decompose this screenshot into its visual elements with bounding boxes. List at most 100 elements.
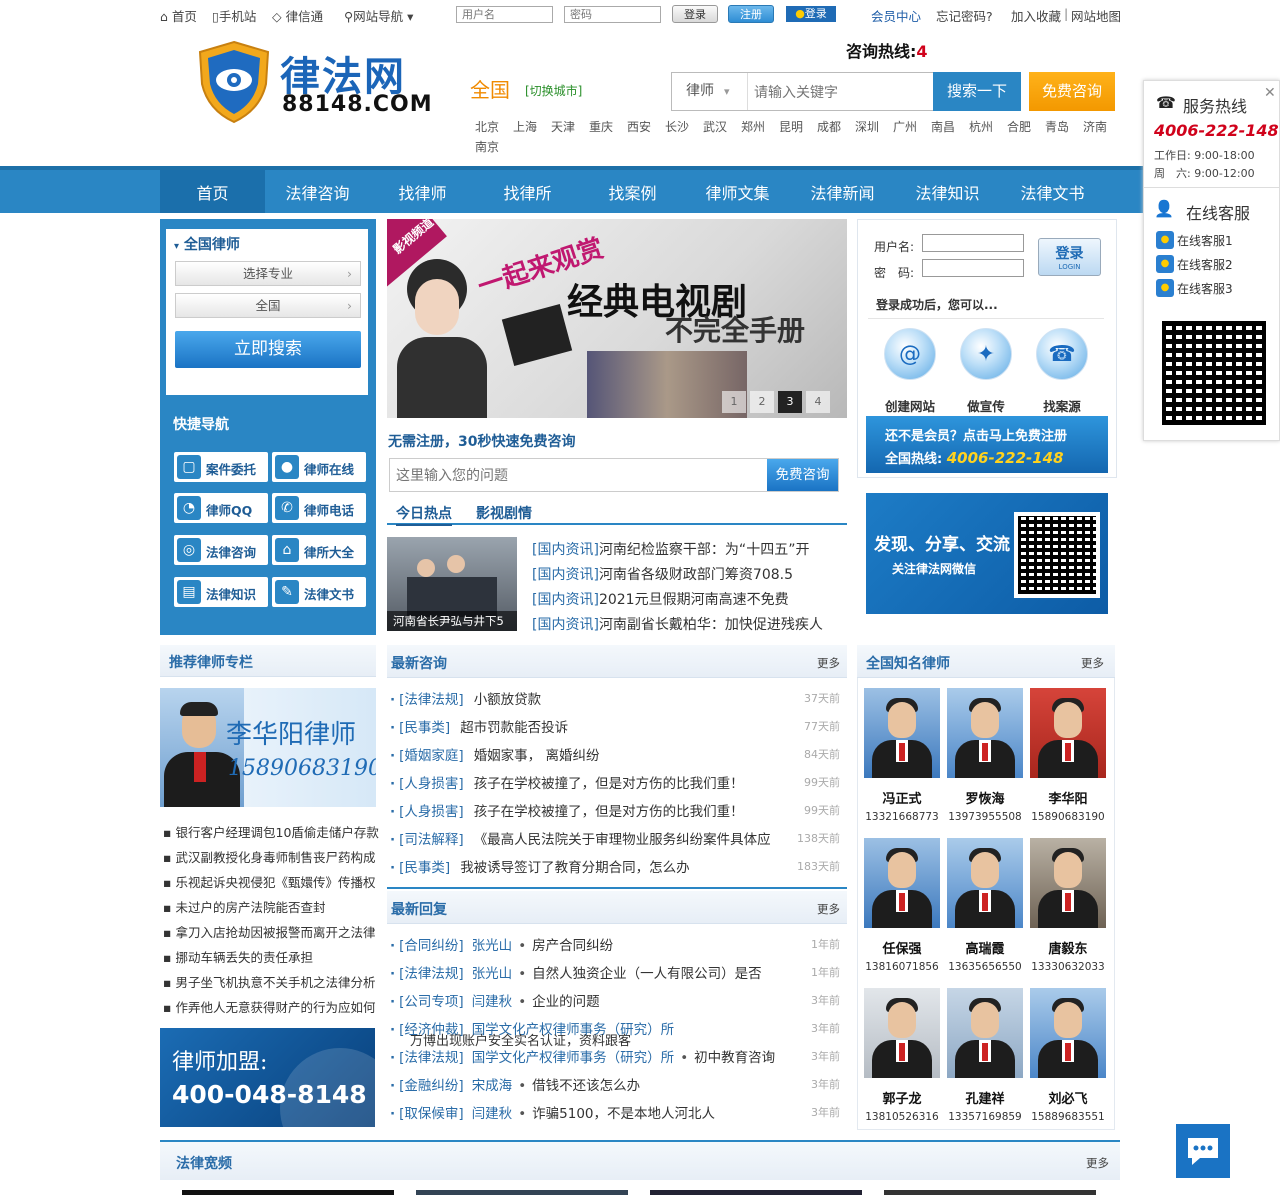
consult-item[interactable]: · [法律法规] 小额放贷款 37天前 bbox=[390, 688, 842, 710]
video-thumb[interactable] bbox=[884, 1190, 1096, 1195]
consult-item[interactable]: · [民事类] 我被诱导签订了教育分期合同，怎么办 183天前 bbox=[390, 856, 842, 878]
consult-submit-button[interactable]: 免费咨询 bbox=[767, 459, 838, 491]
quick-nav-item[interactable]: ◎ 法律咨询 bbox=[174, 535, 268, 565]
quick-nav-item[interactable]: ✎ 法律文书 bbox=[272, 577, 366, 607]
latest-reply-more[interactable]: 更多 bbox=[817, 901, 840, 917]
chat-float-button[interactable] bbox=[1176, 1124, 1230, 1178]
video-thumb[interactable] bbox=[650, 1190, 862, 1195]
reply-item[interactable]: · [法律法规] 国学文化产权律师事务（研究）所 • 初中教育咨询 3年前 bbox=[390, 1046, 842, 1068]
member-feature[interactable]: @ 创建网站 bbox=[880, 328, 940, 418]
member-feature[interactable]: ☎ 找案源 bbox=[1032, 328, 1092, 418]
recommend-link[interactable]: ▪ 武汉副教授化身毒师制售丧尸药构成 bbox=[163, 847, 376, 866]
quick-nav-item[interactable]: ◔ 律师QQ bbox=[174, 493, 268, 523]
join-banner[interactable]: 还不是会员？点击马上免费注册 全国热线: 4006-222-148 bbox=[866, 416, 1108, 473]
reply-item[interactable]: · [经济仲裁] 国学文化产权律师事务（研究）所 万博出现账户安全实名认证，资料跟客 3… bbox=[390, 1018, 842, 1049]
city-link[interactable]: 南昌 bbox=[931, 118, 955, 135]
quick-nav-item[interactable]: ● 律师在线 bbox=[272, 452, 366, 482]
city-link[interactable]: 合肥 bbox=[1007, 118, 1031, 135]
reply-item[interactable]: · [合同纠纷] 张光山 • 房产合同纠纷 1年前 bbox=[390, 934, 842, 956]
login-username-input[interactable] bbox=[922, 234, 1024, 252]
quick-nav-item[interactable]: ✆ 律师电话 bbox=[272, 493, 366, 523]
city-link[interactable]: 长沙 bbox=[665, 118, 689, 135]
famous-lawyer-card[interactable]: 郭子龙 13810526316 bbox=[864, 988, 940, 1123]
search-button[interactable]: 搜索一下 bbox=[933, 72, 1021, 111]
top-member-center[interactable]: 会员中心 bbox=[871, 6, 921, 25]
online-service-item[interactable]: ● 在线客服2 bbox=[1156, 255, 1233, 273]
wechat-banner[interactable]: 发现、分享、交流 关注律法网微信 bbox=[866, 493, 1108, 614]
city-link[interactable]: 南京 bbox=[475, 138, 499, 155]
top-username-input[interactable] bbox=[456, 6, 553, 23]
online-service-item[interactable]: ● 在线客服1 bbox=[1156, 231, 1233, 249]
hot-news-item[interactable]: [国内资讯]河南纪检监察干部：为“十四五”开 bbox=[532, 539, 809, 559]
reply-lawyer[interactable]: 闫建秋 bbox=[472, 1106, 513, 1122]
banner-page-dot[interactable]: 4 bbox=[806, 391, 830, 413]
nav-item-5[interactable]: 律师文集 bbox=[685, 180, 790, 204]
lawyer-search-button[interactable]: 立即搜索 bbox=[175, 331, 361, 368]
nav-item-4[interactable]: 找案例 bbox=[580, 180, 685, 204]
famous-lawyer-card[interactable]: 高瑞霞 13635656550 bbox=[947, 838, 1023, 973]
site-logo[interactable]: 律法网 88148.COM bbox=[196, 40, 436, 124]
top-sitemap[interactable]: 网站地图 bbox=[1071, 6, 1121, 25]
city-link[interactable]: 青岛 bbox=[1045, 118, 1069, 135]
city-link[interactable]: 济南 bbox=[1083, 118, 1107, 135]
top-home-link[interactable]: ⌂ 首页 bbox=[160, 6, 197, 25]
top-register-button[interactable]: 注册 bbox=[728, 5, 774, 23]
quick-nav-item[interactable]: ⌂ 律所大全 bbox=[272, 535, 366, 565]
reply-lawyer[interactable]: 张光山 bbox=[472, 966, 513, 982]
search-type-select[interactable]: 律师 ▾ bbox=[672, 73, 748, 110]
city-link[interactable]: 西安 bbox=[627, 118, 651, 135]
switch-city-link[interactable]: [切换城市] bbox=[525, 82, 582, 99]
top-qq-login-button[interactable]: ●登录 bbox=[786, 6, 836, 22]
tab-today-hot[interactable]: 今日热点 bbox=[396, 503, 452, 526]
nav-item-7[interactable]: 法律知识 bbox=[895, 180, 1000, 204]
reply-item[interactable]: · [金融纠纷] 宋成海 • 借钱不还该怎么办 3年前 bbox=[390, 1074, 842, 1096]
reply-lawyer[interactable]: 国学文化产权律师事务（研究）所 bbox=[472, 1050, 675, 1066]
recommend-link[interactable]: ▪ 拿刀入店抢劫因被报警而离开之法律 bbox=[163, 922, 376, 941]
consult-item[interactable]: · [司法解释] 《最高人民法院关于审理物业服务纠纷案件具体应 138天前 bbox=[390, 828, 842, 850]
nav-item-0[interactable]: 首页 bbox=[160, 180, 265, 204]
recommend-link[interactable]: ▪ 男子坐飞机执意不关手机之法律分析 bbox=[163, 972, 376, 991]
banner-page-dot[interactable]: 3 bbox=[778, 391, 802, 413]
hot-news-item[interactable]: [国内资讯]河南省各级财政部门筹资708.5 bbox=[532, 564, 793, 584]
consult-item[interactable]: · [婚姻家庭] 婚姻家事， 离婚纠纷 84天前 bbox=[390, 744, 842, 766]
reply-lawyer[interactable]: 闫建秋 bbox=[472, 994, 513, 1010]
free-consult-button[interactable]: 免费咨询 bbox=[1029, 72, 1115, 111]
latest-consult-more[interactable]: 更多 bbox=[817, 655, 840, 671]
top-mobile-link[interactable]: ▯手机站 bbox=[212, 6, 256, 25]
recommend-link[interactable]: ▪ 作弄他人无意获得财产的行为应如何 bbox=[163, 997, 376, 1016]
consult-item[interactable]: · [人身损害] 孩子在学校被撞了，但是对方伤的比我们重！ 99天前 bbox=[390, 772, 842, 794]
famous-lawyer-card[interactable]: 唐毅东 13330632033 bbox=[1030, 838, 1106, 973]
recommend-link[interactable]: ▪ 挪动车辆丢失的责任承担 bbox=[163, 947, 313, 966]
tab-drama[interactable]: 影视剧情 bbox=[476, 503, 532, 523]
recommend-link[interactable]: ▪ 未过户的房产法院能否查封 bbox=[163, 897, 326, 916]
select-specialty[interactable]: 选择专业 › bbox=[175, 261, 361, 286]
reply-item[interactable]: · [法律法规] 张光山 • 自然人独资企业（一人有限公司）是否 1年前 bbox=[390, 962, 842, 984]
city-link[interactable]: 昆明 bbox=[779, 118, 803, 135]
consult-question-input[interactable] bbox=[396, 463, 756, 487]
quick-nav-item[interactable]: ▤ 法律知识 bbox=[174, 577, 268, 607]
video-thumb[interactable] bbox=[182, 1190, 394, 1195]
recommend-link[interactable]: ▪ 乐视起诉央视侵犯《甄嬛传》传播权 bbox=[163, 872, 376, 891]
reply-item[interactable]: · [公司专项] 闫建秋 • 企业的问题 3年前 bbox=[390, 990, 842, 1012]
member-feature[interactable]: ✦ 做宣传 bbox=[956, 328, 1016, 418]
hot-thumbnail[interactable]: 河南省长尹弘与井下5 bbox=[387, 537, 517, 631]
city-link[interactable]: 郑州 bbox=[741, 118, 765, 135]
famous-lawyer-card[interactable]: 孔建祥 13357169859 bbox=[947, 988, 1023, 1123]
banner-page-dot[interactable]: 2 bbox=[750, 391, 774, 413]
famous-lawyer-card[interactable]: 任保强 13816071856 bbox=[864, 838, 940, 973]
recommend-lawyer-card[interactable]: 李华阳律师 15890683190 bbox=[160, 688, 376, 807]
famous-lawyer-card[interactable]: 冯正式 13321668773 bbox=[864, 688, 940, 823]
video-thumb[interactable] bbox=[416, 1190, 628, 1195]
top-password-input[interactable] bbox=[564, 6, 661, 23]
recommend-link[interactable]: ▪ 银行客户经理调包10盾偷走储户存款 bbox=[163, 822, 379, 841]
top-site-nav[interactable]: ⚲网站导航 ▾ bbox=[344, 6, 413, 25]
nav-item-2[interactable]: 找律师 bbox=[370, 180, 475, 204]
top-forgot-password[interactable]: 忘记密码? bbox=[936, 6, 993, 25]
select-region[interactable]: 全国 › bbox=[175, 293, 361, 318]
login-submit-button[interactable]: 登录 LOGIN bbox=[1038, 238, 1101, 276]
city-link[interactable]: 北京 bbox=[475, 118, 499, 135]
hot-news-item[interactable]: [国内资讯]2021元旦假期河南高速不免费 bbox=[532, 589, 789, 609]
nav-item-6[interactable]: 法律新闻 bbox=[790, 180, 895, 204]
city-link[interactable]: 上海 bbox=[513, 118, 537, 135]
city-link[interactable]: 广州 bbox=[893, 118, 917, 135]
